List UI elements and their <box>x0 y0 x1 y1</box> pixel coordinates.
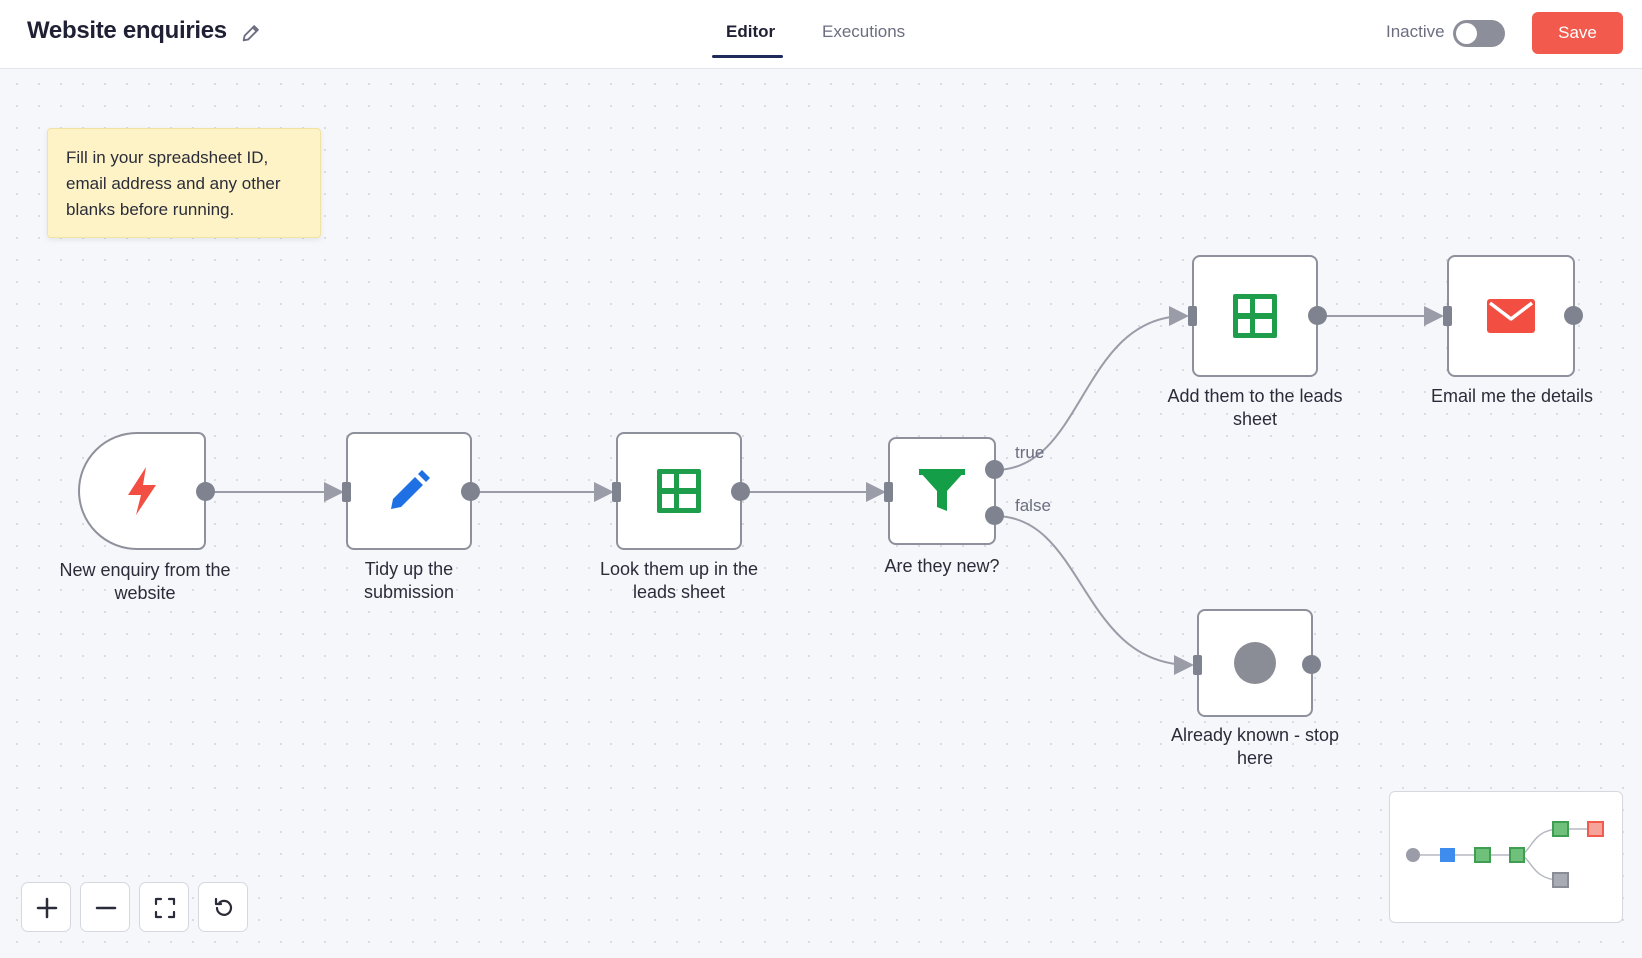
input-handle[interactable] <box>884 482 893 502</box>
save-button[interactable]: Save <box>1532 12 1623 54</box>
node-set[interactable] <box>346 432 472 550</box>
output-handle[interactable] <box>1302 655 1321 674</box>
input-handle[interactable] <box>1443 306 1452 326</box>
node-trigger[interactable] <box>78 432 206 550</box>
workflow-title[interactable]: Website enquiries <box>27 17 227 45</box>
output-handle[interactable] <box>1308 306 1327 325</box>
fit-view-icon <box>154 897 176 919</box>
output-handle[interactable] <box>731 482 750 501</box>
input-handle[interactable] <box>1188 306 1197 326</box>
fit-view-button[interactable] <box>139 882 189 932</box>
input-handle[interactable] <box>342 482 351 502</box>
node-email[interactable] <box>1447 255 1575 377</box>
mail-icon <box>1487 299 1535 333</box>
pencil-edit-icon[interactable] <box>240 22 262 44</box>
filter-icon <box>919 469 965 511</box>
active-tab-indicator <box>712 55 783 58</box>
node-label: Look them up in the leads sheet <box>599 559 759 602</box>
no-op-icon <box>1234 642 1276 684</box>
input-handle[interactable] <box>612 482 621 502</box>
zoom-out-button[interactable] <box>80 882 130 932</box>
node-label: Add them to the leads sheet <box>1167 386 1343 429</box>
zoom-in-button[interactable] <box>21 882 71 932</box>
tab-editor[interactable]: Editor <box>726 22 775 42</box>
node-label: Tidy up the submission <box>363 559 455 602</box>
node-if[interactable] <box>888 437 996 545</box>
output-handle-false[interactable] <box>985 506 1004 525</box>
minimap[interactable] <box>1389 791 1623 923</box>
output-handle[interactable] <box>461 482 480 501</box>
node-label: New enquiry from the website <box>59 560 231 603</box>
node-label: Already known - stop here <box>1170 725 1340 768</box>
output-handle-true[interactable] <box>985 460 1004 479</box>
reset-zoom-button[interactable] <box>198 882 248 932</box>
input-handle[interactable] <box>1193 655 1202 675</box>
node-label: Are they new? <box>884 556 1000 576</box>
node-append[interactable] <box>1192 255 1318 377</box>
output-handle[interactable] <box>1564 306 1583 325</box>
top-bar: Website enquiries Editor Executions Inac… <box>0 0 1642 69</box>
connection-if-false-to-noop <box>994 515 1194 675</box>
minus-icon <box>95 906 117 910</box>
branch-label-false: false <box>1015 496 1051 515</box>
node-label: Email me the details <box>1430 386 1594 406</box>
workflow-canvas[interactable]: Fill in your spreadsheet ID, email addre… <box>0 69 1642 958</box>
branch-label-true: true <box>1015 443 1045 462</box>
node-lookup[interactable] <box>616 432 742 550</box>
node-noop[interactable] <box>1197 609 1313 717</box>
minimap-overview <box>1406 821 1604 888</box>
activation-status-label: Inactive <box>1386 22 1445 41</box>
google-sheets-icon <box>657 469 701 513</box>
reset-icon <box>214 897 233 916</box>
toggle-knob <box>1456 23 1477 44</box>
pencil-icon <box>391 470 430 509</box>
google-sheets-icon <box>1233 294 1277 338</box>
plus-icon <box>36 897 58 919</box>
activation-toggle[interactable] <box>1453 20 1505 47</box>
tab-executions[interactable]: Executions <box>822 22 905 42</box>
lightning-icon <box>128 467 156 515</box>
output-handle[interactable] <box>196 482 215 501</box>
